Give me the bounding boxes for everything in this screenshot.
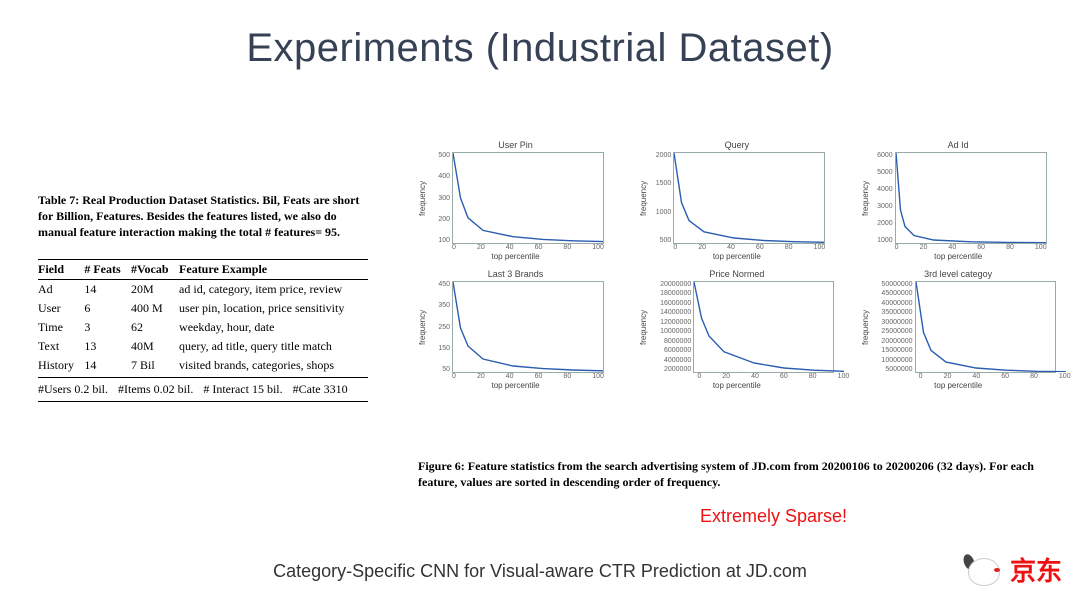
table-row: History147 Bilvisited brands, categories… bbox=[38, 356, 368, 378]
jd-dog-icon bbox=[964, 554, 1004, 586]
chart-ylabel: frequency bbox=[418, 152, 428, 244]
chart-plot bbox=[693, 281, 834, 373]
chart-xlabel: top percentile bbox=[418, 252, 613, 261]
charts-grid: User Pinfrequency50040030020010002040608… bbox=[418, 140, 1058, 390]
chart-plot bbox=[673, 152, 825, 244]
chart-plot bbox=[895, 152, 1047, 244]
slide: { "title": "Experiments (Industrial Data… bbox=[0, 0, 1080, 598]
jd-logo-text: 京东 bbox=[1010, 551, 1062, 588]
slide-footer: Category-Specific CNN for Visual-aware C… bbox=[0, 561, 1080, 582]
chart-plot bbox=[915, 281, 1056, 373]
table7-block: Table 7: Real Production Dataset Statist… bbox=[38, 192, 368, 402]
mini-chart: Last 3 Brandsfrequency450350250150500204… bbox=[418, 269, 613, 390]
chart-ylabel: frequency bbox=[639, 281, 648, 373]
chart-title: User Pin bbox=[418, 140, 613, 150]
chart-xlabel: top percentile bbox=[418, 381, 613, 390]
th-example: Feature Example bbox=[179, 259, 368, 279]
mini-chart: Ad Idfrequency60005000400030002000100002… bbox=[861, 140, 1056, 261]
table-header-row: Field # Feats #Vocab Feature Example bbox=[38, 259, 368, 279]
chart-ylabel: frequency bbox=[418, 281, 428, 373]
chart-title: Query bbox=[639, 140, 834, 150]
chart-xlabel: top percentile bbox=[861, 381, 1056, 390]
chart-title: Ad Id bbox=[861, 140, 1056, 150]
figure6-caption: Figure 6: Feature statistics from the se… bbox=[418, 458, 1058, 490]
table-row: Ad1420Mad id, category, item price, revi… bbox=[38, 279, 368, 299]
table7: Field # Feats #Vocab Feature Example Ad1… bbox=[38, 259, 368, 402]
mini-chart: 3rd level categoyfrequency50000000450000… bbox=[861, 269, 1056, 390]
mini-chart: Price Normedfrequency2000000018000000160… bbox=[639, 269, 834, 390]
mini-chart: User Pinfrequency50040030020010002040608… bbox=[418, 140, 613, 261]
chart-xlabel: top percentile bbox=[639, 381, 834, 390]
table-footer-row: #Users 0.2 bil.#Items 0.02 bil.# Interac… bbox=[38, 377, 368, 401]
table-row: Time362weekday, hour, date bbox=[38, 318, 368, 337]
table7-caption: Table 7: Real Production Dataset Statist… bbox=[38, 192, 368, 241]
chart-title: 3rd level categoy bbox=[861, 269, 1056, 279]
chart-plot bbox=[452, 152, 604, 244]
table-row: User6400 Muser pin, location, price sens… bbox=[38, 299, 368, 318]
slide-title: Experiments (Industrial Dataset) bbox=[0, 26, 1080, 71]
chart-xlabel: top percentile bbox=[861, 252, 1056, 261]
chart-ylabel: frequency bbox=[861, 152, 871, 244]
th-feats: # Feats bbox=[84, 259, 131, 279]
chart-ylabel: frequency bbox=[861, 281, 870, 373]
sparse-annotation: Extremely Sparse! bbox=[700, 506, 847, 527]
mini-chart: Queryfrequency20001500100050002040608010… bbox=[639, 140, 834, 261]
chart-xlabel: top percentile bbox=[639, 252, 834, 261]
jd-logo: 京东 bbox=[964, 551, 1062, 588]
table-row: Text1340Mquery, ad title, query title ma… bbox=[38, 337, 368, 356]
th-vocab: #Vocab bbox=[131, 259, 179, 279]
chart-title: Price Normed bbox=[639, 269, 834, 279]
th-field: Field bbox=[38, 259, 84, 279]
chart-title: Last 3 Brands bbox=[418, 269, 613, 279]
chart-ylabel: frequency bbox=[639, 152, 649, 244]
chart-plot bbox=[452, 281, 604, 373]
